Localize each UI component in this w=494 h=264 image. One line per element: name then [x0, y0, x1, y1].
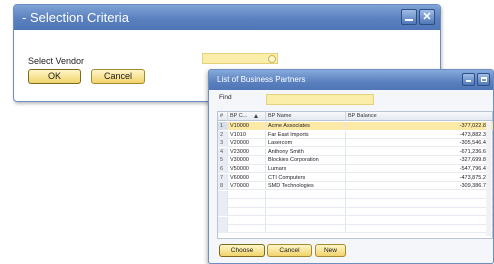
find-label: Find	[219, 94, 232, 101]
minimize-button[interactable]	[401, 9, 417, 25]
table-row[interactable]: 4 V23000 Anthony Smith -671,236.62	[218, 147, 493, 156]
row-number: 8	[218, 182, 228, 191]
empty-row	[218, 199, 493, 208]
column-header-number[interactable]: #	[218, 112, 228, 121]
bp-balance-cell: -547,796.44	[346, 165, 493, 173]
bp-list-minimize-button[interactable]	[462, 73, 475, 86]
row-number: 7	[218, 173, 228, 182]
minimize-icon	[466, 80, 471, 82]
bp-name-cell: CTI Computers	[266, 173, 346, 182]
selection-criteria-title: - Selection Criteria	[22, 10, 129, 25]
bp-list-titlebar[interactable]: List of Business Partners	[209, 70, 493, 90]
empty-row	[218, 225, 493, 234]
row-number: 2	[218, 130, 228, 139]
bp-list-title: List of Business Partners	[217, 75, 306, 84]
column-header-bp-code-label: BP C...	[230, 113, 248, 119]
find-input[interactable]	[266, 94, 374, 105]
business-partners-list-window: List of Business Partners Find # BP C...…	[208, 69, 494, 264]
bp-code-cell: V60000	[228, 173, 266, 182]
table-row[interactable]: 1 V10000 Acme Associates -377,022.89	[218, 122, 493, 131]
column-header-bp-code[interactable]: BP C...	[228, 112, 266, 121]
row-number	[218, 225, 228, 234]
bp-code-cell	[228, 216, 266, 225]
bp-name-cell: Lumarx	[266, 165, 346, 173]
row-number	[218, 190, 228, 199]
bp-balance-cell	[346, 208, 493, 216]
bp-balance-cell: -305,546.47	[346, 139, 493, 147]
row-number	[218, 199, 228, 208]
grid-header: # BP C... BP Name BP Balance	[218, 112, 492, 121]
bp-balance-cell: -671,236.62	[346, 148, 493, 156]
minimize-icon	[405, 19, 413, 21]
bp-code-cell	[228, 199, 266, 208]
bp-balance-cell: -327,699.82	[346, 156, 493, 164]
bp-list-cancel-button[interactable]: Cancel	[267, 244, 312, 257]
empty-row	[218, 190, 493, 199]
bp-balance-cell: -473,875.25	[346, 174, 493, 182]
table-row[interactable]: 5 V30000 Blockies Corporation -327,699.8…	[218, 156, 493, 165]
bp-name-cell: Blockies Corporation	[266, 156, 346, 165]
bp-code-cell	[228, 190, 266, 199]
bp-balance-cell	[346, 217, 493, 225]
choose-button[interactable]: Choose	[219, 244, 265, 257]
bp-name-cell	[266, 190, 346, 199]
bp-grid: # BP C... BP Name BP Balance 1 V10000 Ac…	[217, 111, 493, 239]
bp-code-cell	[228, 225, 266, 234]
maximize-icon	[481, 77, 487, 82]
bp-name-cell: Lasercom	[266, 139, 346, 148]
bp-code-cell: V50000	[228, 165, 266, 173]
row-number: 4	[218, 147, 228, 156]
bp-name-cell	[266, 216, 346, 225]
bp-code-cell: V10000	[228, 122, 266, 130]
bp-name-cell: Anthony Smith	[266, 147, 346, 156]
bp-balance-cell	[346, 225, 493, 233]
row-number	[218, 208, 228, 216]
close-icon: ✕	[422, 11, 432, 23]
new-button[interactable]: New	[315, 244, 346, 257]
bp-name-cell: Acme Associates	[266, 122, 346, 130]
table-row[interactable]: 3 V20000 Lasercom -305,546.47	[218, 139, 493, 148]
ok-button[interactable]: OK	[28, 69, 81, 84]
choose-from-list-icon[interactable]	[268, 55, 276, 63]
bp-name-cell: SMD Technologies	[266, 182, 346, 191]
grid-vertical-scrollbar[interactable]	[486, 122, 491, 236]
row-number	[218, 216, 228, 225]
row-number: 5	[218, 156, 228, 165]
bp-balance-cell: -473,882.39	[346, 131, 493, 139]
table-row[interactable]: 2 V1010 Far East Imports -473,882.39	[218, 130, 493, 139]
row-number: 3	[218, 139, 228, 148]
column-header-bp-name[interactable]: BP Name	[266, 112, 346, 121]
select-vendor-label: Select Vendor	[28, 56, 85, 66]
bp-name-cell	[266, 208, 346, 216]
row-number: 6	[218, 165, 228, 173]
bp-name-cell	[266, 199, 346, 208]
bp-balance-cell: -377,022.89	[346, 122, 493, 130]
empty-row	[218, 216, 493, 225]
bp-code-cell: V30000	[228, 156, 266, 165]
bp-code-cell: V23000	[228, 147, 266, 156]
bp-name-cell: Far East Imports	[266, 130, 346, 139]
close-button[interactable]: ✕	[419, 9, 435, 25]
bp-code-cell: V1010	[228, 130, 266, 139]
bp-balance-cell: -309,386.72	[346, 182, 493, 190]
bp-code-cell: V20000	[228, 139, 266, 148]
empty-row	[218, 208, 493, 217]
table-row[interactable]: 7 V60000 CTI Computers -473,875.25	[218, 173, 493, 182]
selection-criteria-titlebar[interactable]: - Selection Criteria ✕	[14, 5, 440, 30]
bp-balance-cell	[346, 199, 493, 207]
vendor-input[interactable]	[202, 53, 278, 64]
sort-ascending-icon	[254, 114, 258, 118]
bp-balance-cell	[346, 191, 493, 199]
column-header-bp-balance[interactable]: BP Balance	[346, 112, 493, 121]
bp-name-cell	[266, 225, 346, 234]
bp-code-cell: V70000	[228, 182, 266, 191]
row-number: 1	[218, 122, 228, 130]
table-row[interactable]: 8 V70000 SMD Technologies -309,386.72	[218, 182, 493, 191]
bp-list-maximize-button[interactable]	[477, 73, 490, 86]
table-row[interactable]: 6 V50000 Lumarx -547,796.44	[218, 165, 493, 174]
bp-code-cell	[228, 208, 266, 216]
cancel-button[interactable]: Cancel	[91, 69, 145, 84]
